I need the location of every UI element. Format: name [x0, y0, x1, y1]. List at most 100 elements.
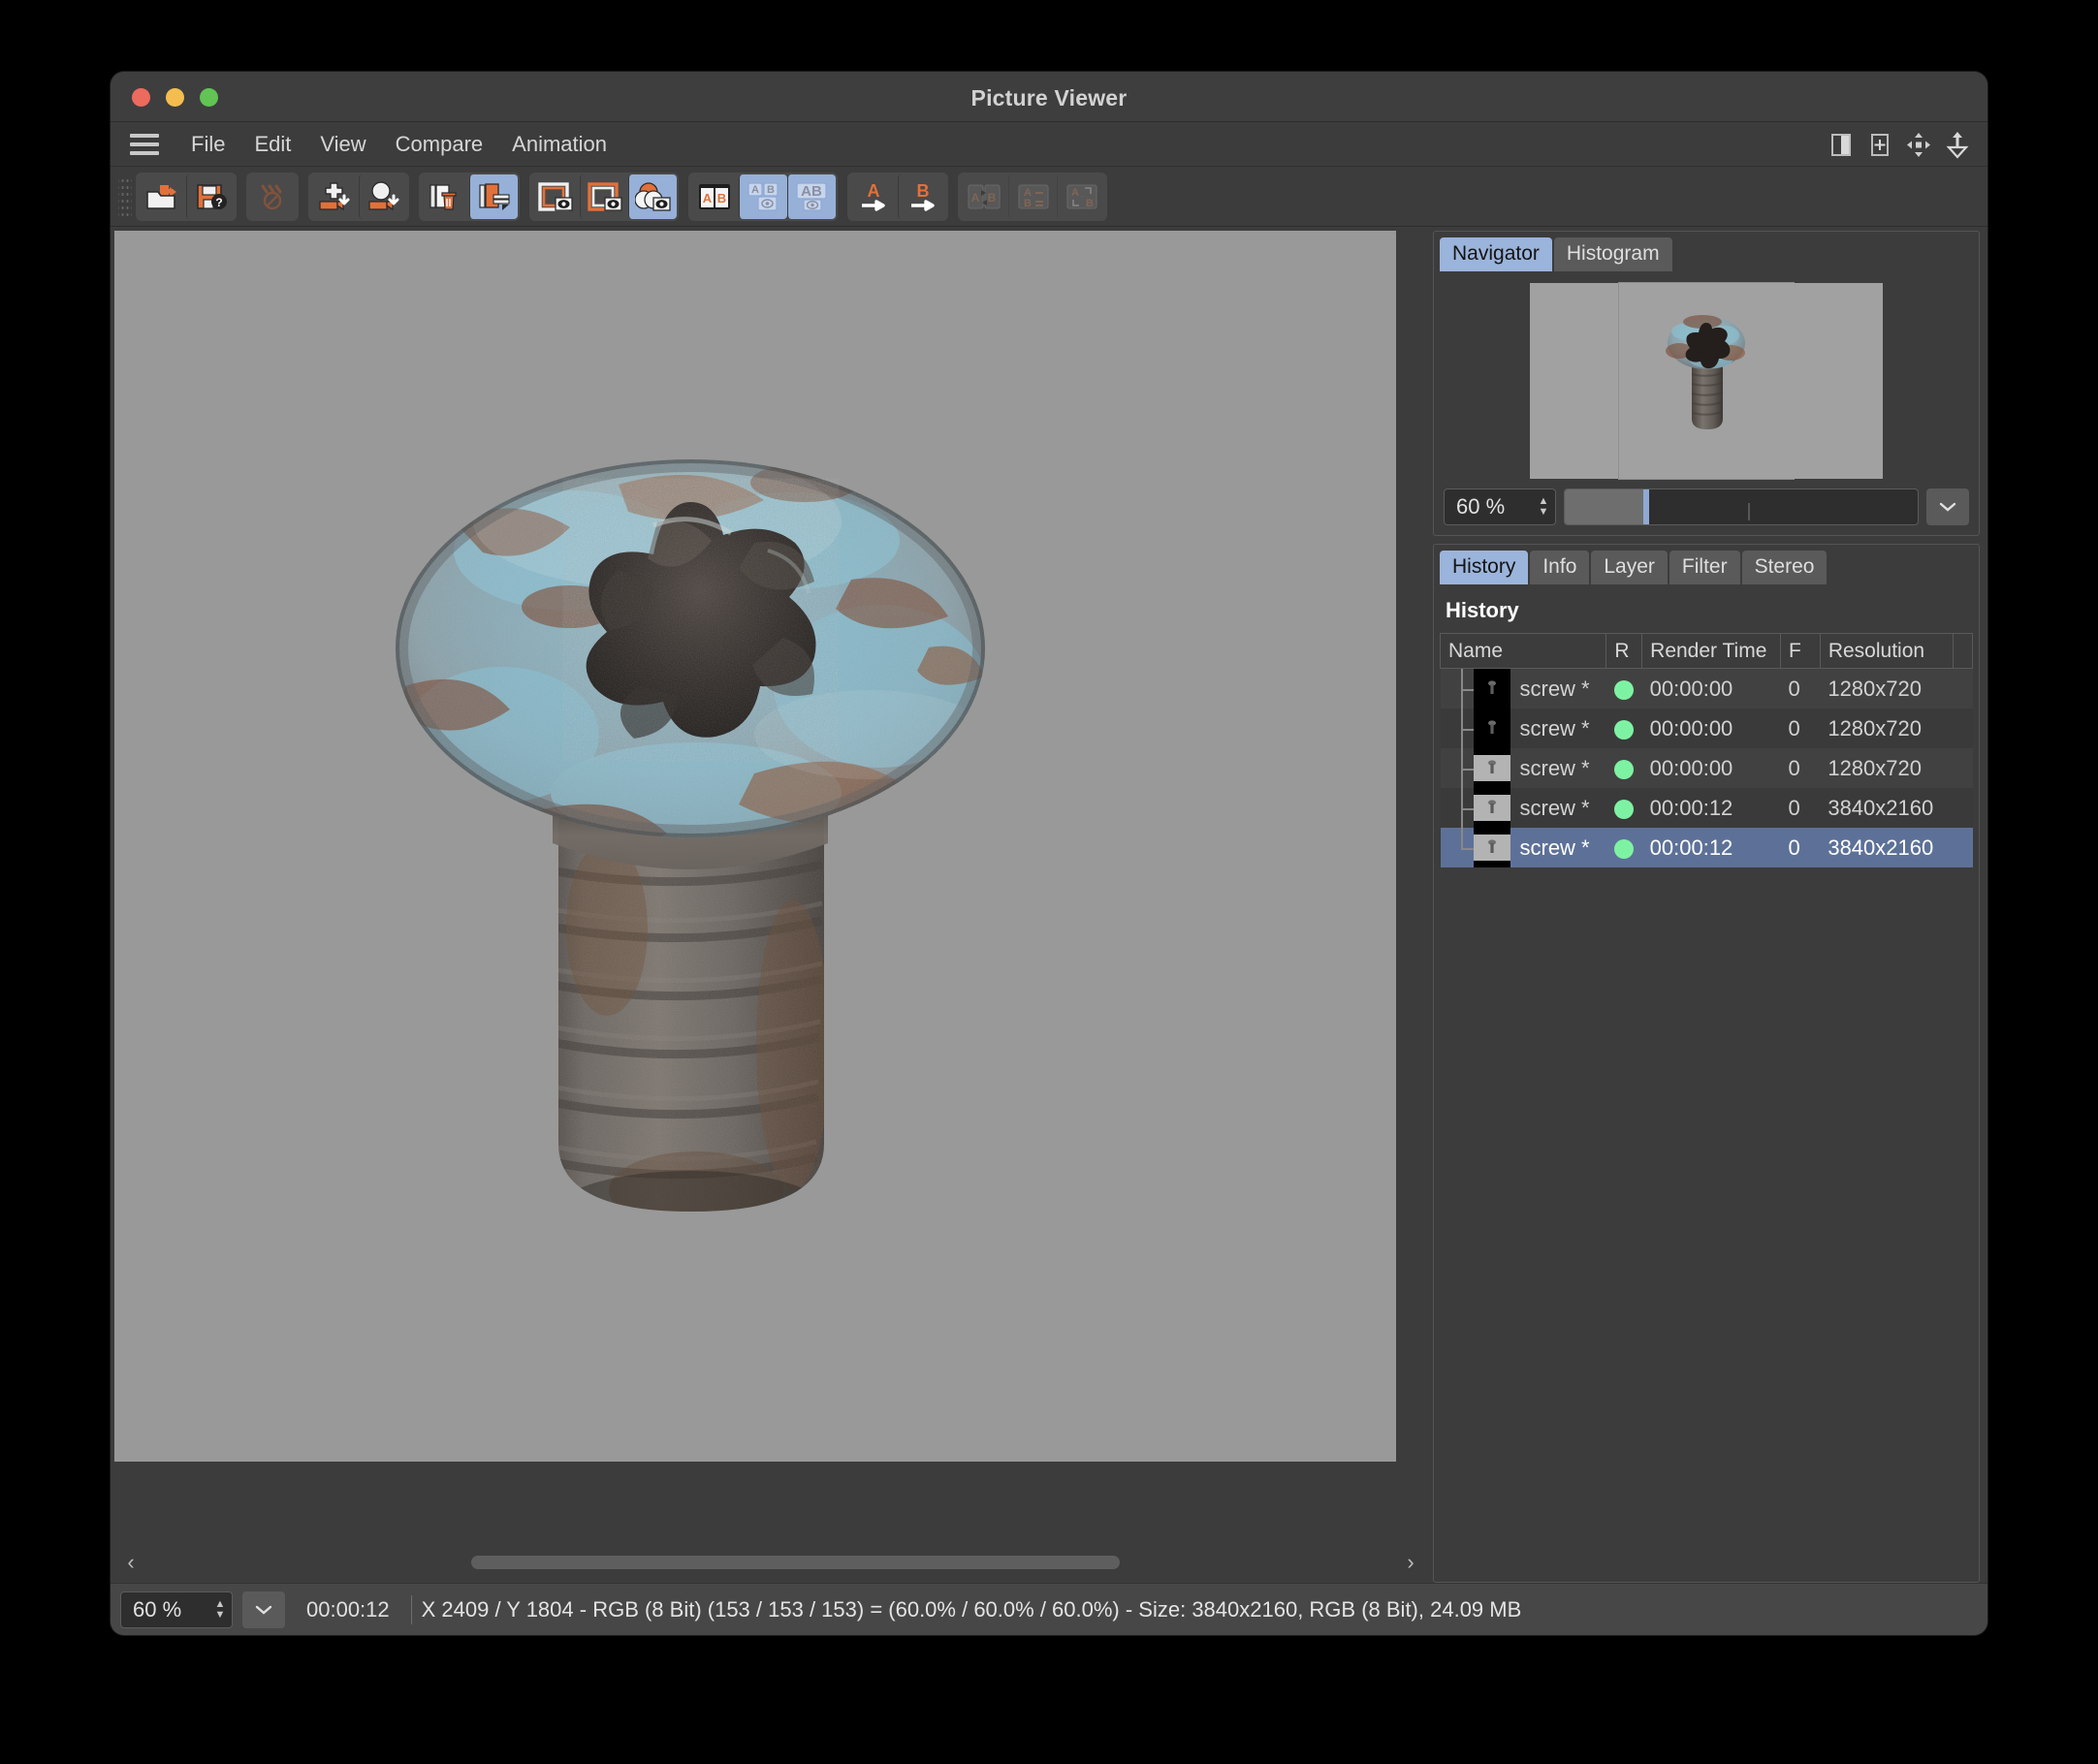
send-object-button[interactable]: [359, 173, 407, 219]
compare-ab-overlay-button[interactable]: AB: [787, 173, 836, 219]
tab-histogram[interactable]: Histogram: [1553, 237, 1672, 271]
zoom-slider-knob[interactable]: [1642, 489, 1649, 524]
status-zoom-arrows[interactable]: ▲ ▼: [208, 1592, 232, 1627]
row-thumbnail: [1473, 828, 1510, 867]
tab-stereo[interactable]: Stereo: [1741, 551, 1828, 584]
clear-history-button[interactable]: [421, 173, 469, 219]
open-file-button[interactable]: [138, 173, 186, 219]
scroll-thumb[interactable]: [471, 1556, 1121, 1569]
cell-extra: [1953, 709, 1972, 748]
render-status-dot: [1613, 719, 1634, 740]
menu-animation[interactable]: Animation: [497, 129, 621, 160]
window-body: ‹ › Navigator Histogram 60 % ▲ ▼ History…: [111, 227, 1987, 1583]
status-timecode: 00:00:12: [306, 1596, 390, 1622]
inspector-panel: History Info Layer Filter Stereo History: [1433, 544, 1980, 1583]
row-thumbnail: [1473, 788, 1510, 828]
spinner-down-icon[interactable]: ▼: [1539, 507, 1549, 518]
tree-connector: [1448, 668, 1474, 709]
menu-compare[interactable]: Compare: [381, 129, 497, 160]
table-row[interactable]: screw * 00:00:12 0 3840x2160: [1440, 828, 1973, 867]
image-canvas[interactable]: [114, 231, 1396, 1462]
cell-resolution: 3840x2160: [1828, 835, 1934, 860]
col-extra[interactable]: [1952, 633, 1974, 669]
cell-resolution: 1280x720: [1828, 715, 1922, 740]
toolbar-grip[interactable]: [118, 174, 132, 218]
col-render-time[interactable]: Render Time: [1641, 633, 1782, 669]
view-a-button[interactable]: [531, 173, 580, 219]
spinner-down-icon[interactable]: ▼: [215, 1609, 226, 1621]
table-row[interactable]: screw * 00:00:00 0 1280x720: [1440, 748, 1973, 788]
status-zoom-dropdown-button[interactable]: [242, 1591, 285, 1628]
ab-difference-button[interactable]: A B: [1008, 173, 1057, 219]
status-zoom-spinner[interactable]: 60 % ▲ ▼: [120, 1591, 233, 1628]
set-b-button[interactable]: B: [898, 173, 946, 219]
toolbar-group-send: [308, 172, 409, 221]
tab-history[interactable]: History: [1440, 551, 1529, 584]
col-f[interactable]: F: [1780, 633, 1821, 669]
window-title: Picture Viewer: [970, 85, 1128, 110]
history-section-title: History: [1446, 598, 1519, 622]
col-name[interactable]: Name: [1439, 633, 1607, 669]
tab-layer[interactable]: Layer: [1591, 551, 1668, 584]
hamburger-menu-icon[interactable]: [130, 133, 159, 155]
save-as-button[interactable]: ?: [186, 173, 235, 219]
view-b-button[interactable]: [580, 173, 628, 219]
set-a-button[interactable]: A: [849, 173, 898, 219]
row-name-label: screw *: [1519, 676, 1590, 701]
col-r[interactable]: R: [1605, 633, 1643, 669]
navigator-zoom-arrows[interactable]: ▲ ▼: [1532, 489, 1555, 524]
menu-edit[interactable]: Edit: [239, 129, 305, 160]
canvas-horizontal-scrollbar[interactable]: ‹ ›: [114, 1542, 1427, 1583]
cell-render-time: 00:00:00: [1649, 755, 1733, 780]
flip-vertical-icon[interactable]: [1943, 129, 1972, 160]
cell-name: screw *: [1441, 748, 1606, 788]
toolbar-group-compare: A B A B AB: [688, 172, 838, 221]
navigator-zoom-dropdown-button[interactable]: [1926, 488, 1969, 525]
navigator-viewport-pane[interactable]: [1618, 282, 1795, 480]
scroll-right-arrow[interactable]: ›: [1394, 1552, 1427, 1573]
compare-ab-side-button[interactable]: A B: [690, 173, 739, 219]
compare-ab-stack-button[interactable]: A B: [739, 173, 787, 219]
view-ab-blend-button[interactable]: [628, 173, 677, 219]
tab-navigator[interactable]: Navigator: [1440, 237, 1552, 271]
scroll-track[interactable]: [147, 1556, 1394, 1569]
tree-connector: [1448, 709, 1474, 748]
menu-view[interactable]: View: [305, 129, 380, 160]
table-row[interactable]: screw * 00:00:12 0 3840x2160: [1440, 788, 1973, 828]
main-toolbar: ? A B A B AB A B A B A B A B: [111, 167, 1987, 227]
row-name-label: screw *: [1519, 755, 1590, 780]
keep-in-history-button[interactable]: [469, 173, 518, 219]
svg-text:B: B: [1086, 198, 1094, 209]
move-icon[interactable]: [1904, 129, 1933, 160]
tree-connector: [1448, 788, 1474, 828]
navigator-zoom-spinner[interactable]: 60 % ▲ ▼: [1444, 488, 1556, 525]
col-resolution[interactable]: Resolution: [1819, 633, 1954, 669]
spinner-up-icon[interactable]: ▲: [215, 1598, 226, 1610]
cell-name: screw *: [1441, 788, 1606, 828]
render-status-dot: [1613, 799, 1634, 819]
menu-bar: File Edit View Compare Animation: [111, 122, 1987, 167]
tab-filter[interactable]: Filter: [1669, 551, 1740, 584]
cell-render-time: 00:00:00: [1649, 676, 1733, 701]
toolbar-group-file: ?: [136, 172, 237, 221]
send-to-picture-viewer-button[interactable]: [310, 173, 359, 219]
history-table-wrapper[interactable]: Name R Render Time F Resolution screw * 0…: [1434, 633, 1979, 1582]
table-row[interactable]: screw * 00:00:00 0 1280x720: [1440, 709, 1973, 748]
swap-ab-button[interactable]: A B: [960, 173, 1008, 219]
image-canvas-wrapper[interactable]: [114, 231, 1427, 1542]
navigator-zoom-slider[interactable]: [1564, 488, 1919, 525]
navigator-thumbnail[interactable]: [1530, 282, 1883, 480]
scroll-left-arrow[interactable]: ‹: [114, 1552, 147, 1573]
split-view-icon[interactable]: [1827, 129, 1856, 160]
menu-file[interactable]: File: [176, 129, 239, 160]
tab-info[interactable]: Info: [1530, 551, 1590, 584]
ab-sync-button[interactable]: A B: [1057, 173, 1105, 219]
cell-frames: 0: [1788, 795, 1800, 820]
status-zoom-value[interactable]: 60 %: [121, 1597, 208, 1622]
table-row[interactable]: screw * 00:00:00 0 1280x720: [1440, 668, 1973, 709]
navigator-zoom-value[interactable]: 60 %: [1445, 494, 1532, 520]
navigator-panel: Navigator Histogram 60 % ▲ ▼: [1433, 231, 1980, 536]
cell-render-status: [1606, 788, 1642, 828]
stop-render-button[interactable]: [248, 173, 297, 219]
add-frame-icon[interactable]: [1865, 129, 1894, 160]
